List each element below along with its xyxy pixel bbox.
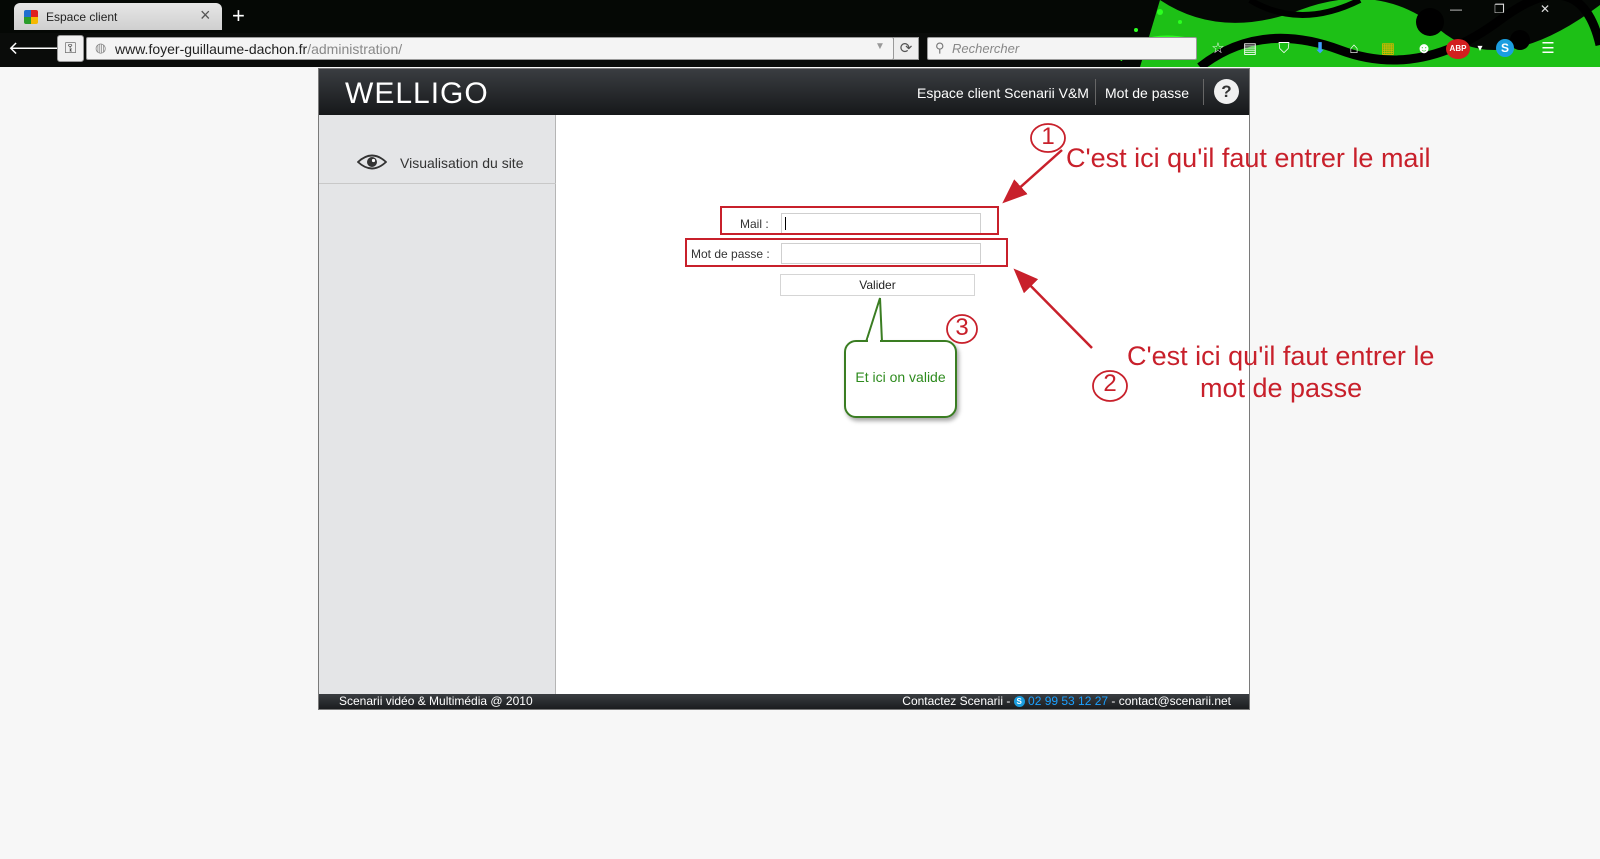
adblock-dropdown-icon[interactable]: ▾: [1470, 39, 1490, 59]
annotation-number-3: 3: [955, 314, 969, 341]
home-icon[interactable]: ⌂: [1344, 39, 1364, 59]
skype-icon: S: [1013, 696, 1025, 707]
adblock-icon[interactable]: ABP: [1446, 39, 1470, 59]
sidebar: Visualisation du site: [319, 115, 556, 694]
close-window-icon[interactable]: ✕: [1540, 2, 1550, 16]
new-tab-button[interactable]: +: [232, 3, 245, 29]
skype-toolbar-icon[interactable]: S: [1496, 39, 1514, 57]
app-footer: Scenarii vidéo & Multimédia @ 2010 Conta…: [319, 694, 1249, 709]
reload-button[interactable]: ⟳: [893, 37, 919, 60]
restore-icon[interactable]: ❐: [1494, 2, 1505, 16]
nav-espace-client[interactable]: Espace client Scenarii V&M: [917, 85, 1089, 101]
annotation-mail-box: [720, 206, 999, 235]
footer-contact-prefix: Contactez Scenarii -: [902, 694, 1014, 708]
browser-chrome: Espace client × + — ❐ ✕ 🡐 🡒 ⚿ ◍ www.foye…: [0, 0, 1600, 67]
annotation-bubble: Et ici on valide: [844, 340, 957, 418]
tab-title: Espace client: [46, 10, 118, 24]
download-icon[interactable]: ⬇: [1310, 39, 1330, 59]
url-host: www.foyer-guillaume-dachon.fr: [115, 41, 308, 57]
annotation-text-2-line1: C'est ici qu'il faut entrer le: [1127, 341, 1435, 371]
minimize-icon[interactable]: —: [1450, 2, 1462, 16]
url-bar[interactable]: ◍ www.foyer-guillaume-dachon.fr/administ…: [86, 37, 894, 60]
sidebar-item-label: Visualisation du site: [400, 155, 524, 171]
footer-phone[interactable]: 02 99 53 12 27: [1028, 694, 1108, 708]
footer-contact: Contactez Scenarii - S 02 99 53 12 27 - …: [902, 694, 1231, 708]
help-button[interactable]: ?: [1214, 79, 1239, 104]
url-text: www.foyer-guillaume-dachon.fr/administra…: [115, 41, 402, 57]
nav-divider: [1095, 79, 1096, 105]
annotation-bubble-text: Et ici on valide: [855, 369, 946, 385]
logo[interactable]: WELLIGO: [345, 77, 489, 111]
back-button[interactable]: 🡐: [8, 38, 56, 60]
valider-button[interactable]: Valider: [780, 274, 975, 296]
browser-tab[interactable]: Espace client ×: [14, 3, 222, 30]
emoji-icon[interactable]: ☻: [1414, 39, 1434, 59]
nav-divider: [1203, 79, 1204, 105]
footer-email[interactable]: - contact@scenarii.net: [1108, 694, 1231, 708]
search-bar[interactable]: ⚲ Rechercher: [927, 37, 1197, 60]
annotation-text-2-line2: mot de passe: [1200, 373, 1363, 403]
url-dropdown-icon[interactable]: ▼: [875, 41, 885, 52]
search-icon: ⚲: [935, 40, 945, 55]
bookmark-star-icon[interactable]: ☆: [1208, 39, 1228, 59]
sidebar-item-visualisation[interactable]: Visualisation du site: [319, 145, 556, 184]
nav-mot-de-passe[interactable]: Mot de passe: [1105, 85, 1189, 101]
url-path: /administration/: [307, 41, 403, 57]
bookmarks-list-icon[interactable]: ▤: [1240, 39, 1260, 59]
globe-icon: ◍: [95, 40, 107, 55]
app-header: WELLIGO Espace client Scenarii V&M Mot d…: [319, 69, 1249, 115]
menu-icon[interactable]: ☰: [1538, 39, 1558, 59]
pocket-icon[interactable]: ⛉: [1274, 39, 1294, 59]
footer-copyright: Scenarii vidéo & Multimédia @ 2010: [339, 694, 533, 708]
addon-icon[interactable]: ▦: [1378, 39, 1398, 59]
eye-icon: [357, 154, 387, 170]
annotation-number-1: 1: [1041, 123, 1055, 150]
annotation-number-2: 2: [1103, 370, 1117, 397]
annotation-password-box: [685, 238, 1008, 267]
site-identity-key-icon[interactable]: ⚿: [57, 35, 84, 62]
favicon-icon: [24, 10, 38, 24]
close-tab-icon[interactable]: ×: [200, 5, 211, 26]
bubble-tail-join: [868, 338, 880, 343]
search-placeholder: Rechercher: [952, 41, 1020, 56]
forward-button[interactable]: 🡒: [33, 38, 81, 60]
annotation-text-1: C'est ici qu'il faut entrer le mail: [1066, 143, 1431, 173]
